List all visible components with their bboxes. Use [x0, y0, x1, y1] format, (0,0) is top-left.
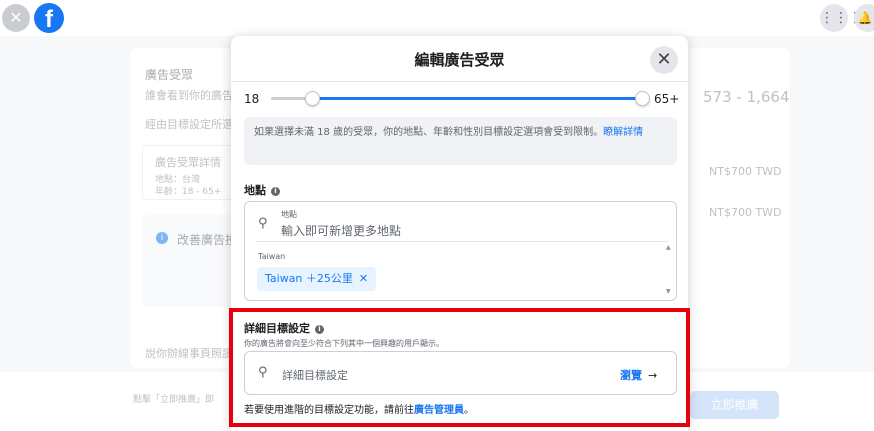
learn-more-link[interactable]: 瞭解詳情	[603, 127, 643, 138]
divider	[255, 241, 668, 242]
search-icon: ⚲	[258, 216, 268, 231]
age-max-label: 65+	[654, 92, 680, 106]
location-label: 地點	[244, 184, 266, 197]
menu-grid-icon[interactable]: ⋮⋮⋮	[820, 4, 862, 32]
scroll-down-icon[interactable]: ▼	[666, 288, 671, 295]
location-search-input[interactable]: 輸入即可新增更多地點	[281, 222, 401, 239]
location-tag-label: Taiwan ＋25公里	[265, 272, 353, 285]
top-bar: ✕ f ⋮⋮⋮ 🔔	[0, 0, 874, 36]
modal-title: 編輯廣告受眾	[414, 51, 505, 69]
location-scrollbar[interactable]: ▲ ▼	[666, 244, 674, 296]
age-min-slider-handle[interactable]	[305, 91, 320, 106]
remove-tag-icon[interactable]: ✕	[359, 272, 368, 285]
age-max-slider-handle[interactable]	[635, 91, 650, 106]
highlight-box	[229, 308, 690, 427]
location-box: ⚲ 地點 輸入即可新增更多地點 Taiwan Taiwan ＋25公里 ✕ ▲ ▼	[244, 201, 677, 301]
location-info-icon[interactable]: i	[271, 187, 280, 196]
notifications-bell-icon[interactable]: 🔔	[854, 4, 874, 32]
scroll-up-icon[interactable]: ▲	[666, 244, 671, 251]
location-field-label: 地點	[281, 210, 297, 219]
notice-text: 如果選擇未滿 18 歲的受眾，你的地點、年齡和性別目標設定選項會受到限制。	[254, 127, 604, 138]
modal-header: 編輯廣告受眾 ✕	[231, 36, 688, 82]
age-slider-fill	[313, 97, 643, 100]
location-section-label: 地點 i	[244, 182, 280, 198]
close-icon[interactable]: ✕	[2, 4, 30, 32]
location-country-heading: Taiwan	[258, 252, 286, 261]
modal-close-icon[interactable]: ✕	[650, 46, 678, 74]
age-restriction-notice: 如果選擇未滿 18 歲的受眾，你的地點、年齡和性別目標設定選項會受到限制。瞭解詳…	[244, 117, 677, 165]
age-min-label: 18	[244, 92, 260, 106]
facebook-logo-icon: f	[34, 3, 64, 33]
location-tag[interactable]: Taiwan ＋25公里 ✕	[257, 267, 377, 291]
